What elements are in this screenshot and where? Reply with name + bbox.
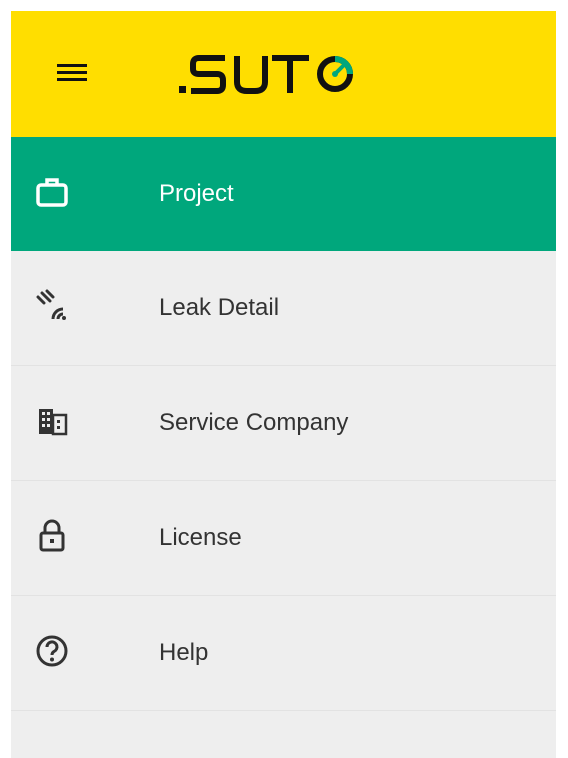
menu-item-label: Service Company bbox=[159, 409, 349, 436]
suto-logo bbox=[179, 55, 353, 94]
lock-icon bbox=[39, 519, 65, 552]
menu-item-help[interactable]: Help bbox=[11, 596, 556, 711]
hamburger-menu-icon[interactable] bbox=[57, 63, 87, 83]
menu-item-service-company[interactable]: Service Company bbox=[11, 366, 556, 481]
leak-signal-icon bbox=[36, 289, 66, 320]
drawer-menu: Project Leak Detail Service Company Lice… bbox=[11, 137, 556, 711]
menu-item-label: Leak Detail bbox=[159, 294, 280, 321]
menu-item-project[interactable]: Project bbox=[11, 137, 556, 251]
navigation-drawer: Project Leak Detail Service Company Lice… bbox=[11, 11, 556, 758]
building-icon bbox=[39, 409, 68, 436]
drawer-header bbox=[11, 11, 556, 137]
briefcase-icon bbox=[36, 178, 68, 207]
menu-item-license[interactable]: License bbox=[11, 481, 556, 596]
menu-item-label: License bbox=[159, 524, 242, 551]
help-circle-icon bbox=[36, 635, 68, 667]
menu-item-leak-detail[interactable]: Leak Detail bbox=[11, 251, 556, 366]
menu-item-label: Project bbox=[159, 180, 234, 207]
menu-item-label: Help bbox=[159, 639, 209, 666]
